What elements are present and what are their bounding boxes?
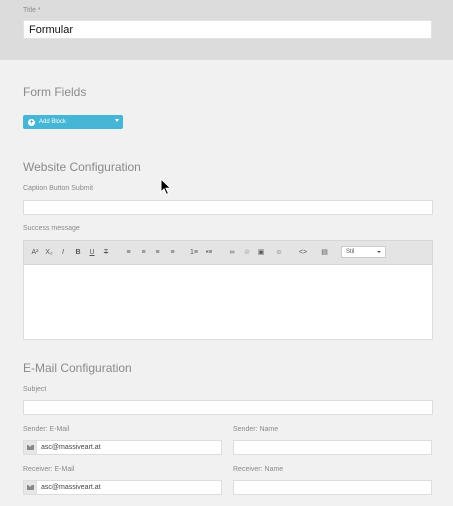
chevron-down-icon <box>377 251 381 253</box>
mouse-cursor-icon <box>160 178 172 196</box>
bold-icon[interactable]: B <box>74 248 82 258</box>
style-select[interactable]: Stil <box>341 246 386 258</box>
website-config-heading: Website Configuration <box>23 160 141 174</box>
italic-icon[interactable]: I <box>59 248 67 258</box>
receiver-email-label: Receiver: E-Mail <box>23 466 75 473</box>
add-block-button[interactable]: + Add Block <box>23 115 123 129</box>
style-select-value: Stil <box>346 249 355 255</box>
unordered-list-icon[interactable]: •≡ <box>204 248 214 258</box>
user-insert-icon[interactable]: ☺ <box>272 248 286 258</box>
subject-label: Subject <box>23 386 47 393</box>
link-icon[interactable]: ∞ <box>227 248 237 258</box>
plus-icon: + <box>28 118 35 126</box>
ordered-list-icon[interactable]: 1≡ <box>189 248 199 258</box>
caption-button-input[interactable] <box>23 200 433 215</box>
image-icon[interactable]: ▣ <box>256 248 266 258</box>
title-label: Title * <box>23 7 41 14</box>
success-message-label: Success message <box>23 225 80 232</box>
receiver-name-input[interactable] <box>233 480 432 495</box>
align-right-icon[interactable]: ≡ <box>153 248 162 258</box>
success-message-editor[interactable] <box>23 265 433 340</box>
source-code-icon[interactable]: <> <box>297 248 309 258</box>
table-icon[interactable]: ▤ <box>320 248 329 258</box>
sender-email-label: Sender: E-Mail <box>23 426 70 433</box>
title-section: Title * Formular <box>0 0 453 60</box>
sender-name-label: Sender: Name <box>233 426 279 433</box>
email-config-heading: E-Mail Configuration <box>23 361 132 375</box>
form-fields-heading: Form Fields <box>23 85 87 99</box>
underline-icon[interactable]: U <box>88 248 96 258</box>
editor-toolbar: A² X₂ I B U T ≡ ≡ ≡ ≡ 1≡ •≡ ∞ ⊘ ▣ ☺ <> ▤… <box>23 240 433 265</box>
subscript-icon[interactable]: X₂ <box>44 248 54 258</box>
align-left-icon[interactable]: ≡ <box>124 248 133 258</box>
align-center-icon[interactable]: ≡ <box>139 248 148 258</box>
title-input[interactable]: Formular <box>23 20 432 39</box>
font-size-icon[interactable]: A² <box>30 248 40 258</box>
receiver-email-value: asc@massiveart.at <box>41 484 101 491</box>
envelope-icon <box>24 441 37 454</box>
sender-name-input[interactable] <box>233 440 432 455</box>
envelope-icon <box>24 481 37 494</box>
receiver-email-input[interactable]: asc@massiveart.at <box>23 480 222 495</box>
unlink-icon[interactable]: ⊘ <box>242 248 252 258</box>
chevron-down-icon[interactable] <box>115 119 119 122</box>
subject-input[interactable] <box>23 400 433 415</box>
sender-email-input[interactable]: asc@massiveart.at <box>23 440 222 455</box>
caption-button-label: Caption Button Submit <box>23 185 94 192</box>
add-block-label: Add Block <box>39 119 67 125</box>
align-justify-icon[interactable]: ≡ <box>168 248 177 258</box>
receiver-name-label: Receiver: Name <box>233 466 284 473</box>
sender-email-value: asc@massiveart.at <box>41 444 101 451</box>
strikethrough-icon[interactable]: T <box>102 248 110 258</box>
